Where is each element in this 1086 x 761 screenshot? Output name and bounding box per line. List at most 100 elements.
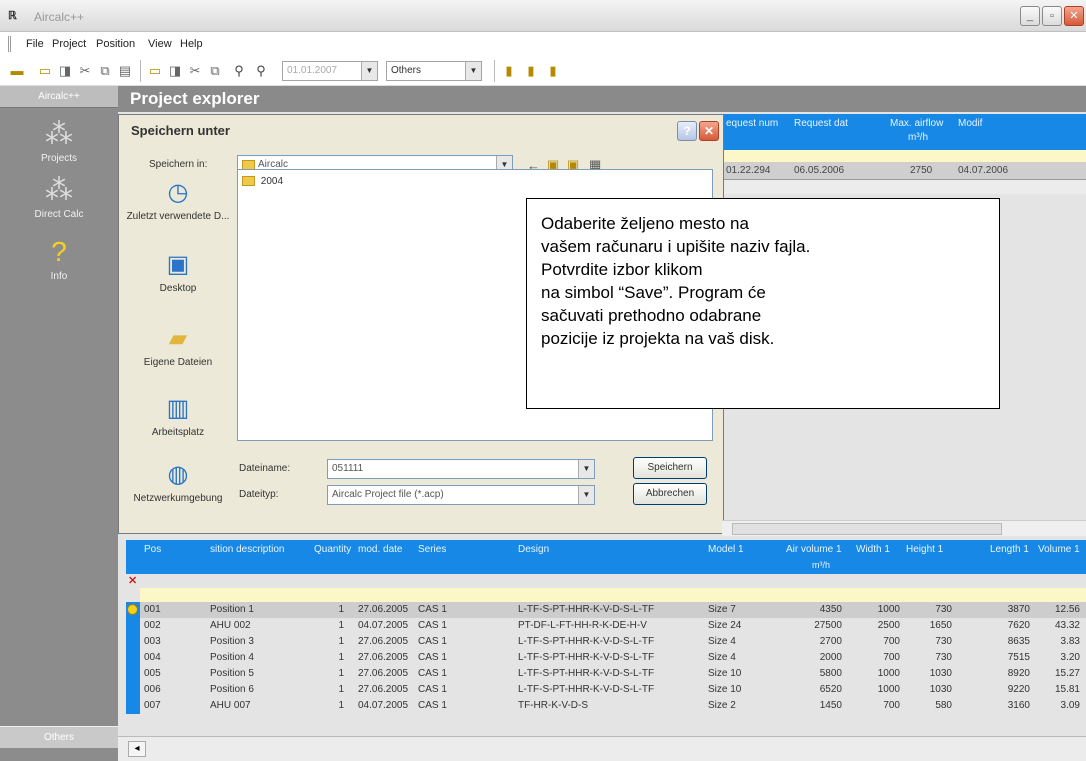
- row-selector[interactable]: [126, 698, 140, 714]
- sidebar-item-label: Info: [50, 271, 68, 282]
- minimize-icon[interactable]: _: [1020, 6, 1040, 26]
- table-cell: CAS 1: [418, 668, 447, 679]
- sidebar-others-button[interactable]: Others: [0, 726, 118, 748]
- table-cell: 700: [883, 652, 900, 663]
- table-cell: 1: [338, 652, 344, 663]
- chevron-down-icon[interactable]: ▼: [361, 62, 377, 80]
- filter-row[interactable]: [722, 150, 1086, 162]
- table-row[interactable]: 01.22.294 06.05.2006 2750 04.07.2006: [722, 162, 1086, 180]
- copy-position-icon[interactable]: ⧉: [206, 62, 224, 80]
- save-in-label: Speichern in:: [149, 159, 208, 170]
- date-combo[interactable]: 01.01.2007 ▼: [282, 61, 378, 81]
- edit-position-icon[interactable]: ▮: [522, 62, 540, 80]
- cut-position-icon[interactable]: ✂: [186, 62, 204, 80]
- column-header[interactable]: Request dat: [794, 118, 848, 129]
- folder-item-label: 2004: [260, 176, 284, 187]
- filter-row[interactable]: [140, 588, 1086, 602]
- table-row[interactable]: 005 Position 5 1 27.06.2005 CAS 1 L-TF-S-PT-H…: [126, 666, 1086, 682]
- column-header[interactable]: Model 1: [708, 544, 744, 555]
- menu-view[interactable]: View: [148, 38, 172, 50]
- help-icon[interactable]: ?: [677, 121, 697, 141]
- place-my-computer[interactable]: ▥ Arbeitsplatz: [125, 393, 231, 439]
- new-project-icon[interactable]: ▬: [8, 62, 26, 80]
- row-selector[interactable]: [126, 618, 140, 634]
- print-position-icon[interactable]: ◨: [166, 62, 184, 80]
- table-row[interactable]: 001 Position 1 1 27.06.2005 CAS 1 L-TF-S-PT-H…: [126, 602, 1086, 618]
- menu-file[interactable]: File: [26, 38, 44, 50]
- menu-project[interactable]: Project: [52, 38, 86, 50]
- chevron-down-icon[interactable]: ▼: [465, 62, 481, 80]
- row-selector[interactable]: [126, 602, 140, 618]
- place-network[interactable]: ◍ Netzwerkumgebung: [125, 459, 231, 505]
- filetype-select[interactable]: Aircalc Project file (*.acp) ▼: [327, 485, 595, 505]
- delete-icon[interactable]: ✕: [128, 574, 137, 587]
- close-icon[interactable]: ✕: [1064, 6, 1084, 26]
- table-cell: Size 10: [708, 668, 742, 679]
- column-header[interactable]: equest num: [726, 118, 778, 129]
- cancel-button[interactable]: Abbrechen: [633, 483, 707, 505]
- binoculars-next-icon[interactable]: ⚲: [252, 62, 270, 80]
- table-cell: 15.27: [1054, 668, 1080, 679]
- table-row[interactable]: 007 AHU 007 1 04.07.2005 CAS 1 TF-HR-K-V-D-S S…: [126, 698, 1086, 714]
- row-selector[interactable]: [126, 666, 140, 682]
- filename-value: 051111: [332, 463, 364, 474]
- table-cell: 006: [144, 684, 161, 695]
- column-header[interactable]: Air volume 1: [786, 544, 842, 555]
- copy-position-to-icon[interactable]: ▮: [544, 62, 562, 80]
- explorer-header: Project explorer: [118, 86, 1086, 112]
- dialog-title-bar: Speichern unter ? ✕: [119, 115, 723, 143]
- column-header[interactable]: Series: [418, 544, 446, 555]
- column-header[interactable]: mod. date: [358, 544, 402, 555]
- place-desktop[interactable]: ▣ Desktop: [125, 249, 231, 295]
- table-row[interactable]: 004 Position 4 1 27.06.2005 CAS 1 L-TF-S-PT-H…: [126, 650, 1086, 666]
- chevron-down-icon[interactable]: ▼: [578, 486, 594, 504]
- copy-icon[interactable]: ⧉: [96, 62, 114, 80]
- column-header[interactable]: Width 1: [856, 544, 890, 555]
- print-icon[interactable]: ◨: [56, 62, 74, 80]
- table-cell: 005: [144, 668, 161, 679]
- scrollbar-thumb[interactable]: [732, 523, 1002, 535]
- open-position-icon[interactable]: ▭: [146, 62, 164, 80]
- binoculars-icon[interactable]: ⚲: [230, 62, 248, 80]
- others-combo[interactable]: Others ▼: [386, 61, 482, 81]
- place-my-documents[interactable]: ▰ Eigene Dateien: [125, 323, 231, 369]
- table-row[interactable]: 002 AHU 002 1 04.07.2005 CAS 1 PT-DF-L-FT-HH-…: [126, 618, 1086, 634]
- column-header[interactable]: Modif: [958, 118, 982, 129]
- column-header[interactable]: Max. airflow: [890, 118, 943, 129]
- column-header[interactable]: Design: [518, 544, 549, 555]
- place-recent[interactable]: ◷ Zuletzt verwendete D...: [125, 177, 231, 223]
- open-icon[interactable]: ▭: [36, 62, 54, 80]
- table-cell: TF-HR-K-V-D-S: [518, 700, 588, 711]
- column-header[interactable]: Pos: [144, 544, 161, 555]
- desktop-icon: ▣: [166, 251, 190, 278]
- folder-icon: [242, 176, 255, 187]
- cut-icon[interactable]: ✂: [76, 62, 94, 80]
- close-icon[interactable]: ✕: [699, 121, 719, 141]
- menu-help[interactable]: Help: [180, 38, 203, 50]
- table-row[interactable]: 006 Position 6 1 27.06.2005 CAS 1 L-TF-S-PT-H…: [126, 682, 1086, 698]
- maximize-icon[interactable]: ▫: [1042, 6, 1062, 26]
- table-cell: 1000: [877, 684, 900, 695]
- scroll-left-icon[interactable]: ◂: [128, 741, 146, 757]
- column-header[interactable]: Quantity: [314, 544, 351, 555]
- paste-icon[interactable]: ▤: [116, 62, 134, 80]
- column-header[interactable]: Length 1: [990, 544, 1029, 555]
- row-selector[interactable]: [126, 634, 140, 650]
- save-button[interactable]: Speichern: [633, 457, 707, 479]
- sidebar-item-projects[interactable]: ⁂ Projects: [0, 118, 118, 164]
- folder-item[interactable]: 2004: [242, 176, 283, 187]
- table-row[interactable]: 003 Position 3 1 27.06.2005 CAS 1 L-TF-S-PT-H…: [126, 634, 1086, 650]
- chevron-down-icon[interactable]: ▼: [578, 460, 594, 478]
- filename-field[interactable]: 051111 ▼: [327, 459, 595, 479]
- column-header[interactable]: sition description: [210, 544, 284, 555]
- add-position-icon[interactable]: ▮: [500, 62, 518, 80]
- column-header[interactable]: Volume 1: [1038, 544, 1080, 555]
- table-cell: 004: [144, 652, 161, 663]
- sidebar-item-direct-calc[interactable]: ⁂ Direct Calc: [0, 174, 118, 220]
- row-selector[interactable]: [126, 650, 140, 666]
- row-selector[interactable]: [126, 682, 140, 698]
- menu-position[interactable]: Position: [96, 38, 135, 50]
- column-header[interactable]: Height 1: [906, 544, 943, 555]
- sidebar-item-info[interactable]: ? Info: [0, 236, 118, 282]
- horizontal-scrollbar[interactable]: [722, 520, 1086, 536]
